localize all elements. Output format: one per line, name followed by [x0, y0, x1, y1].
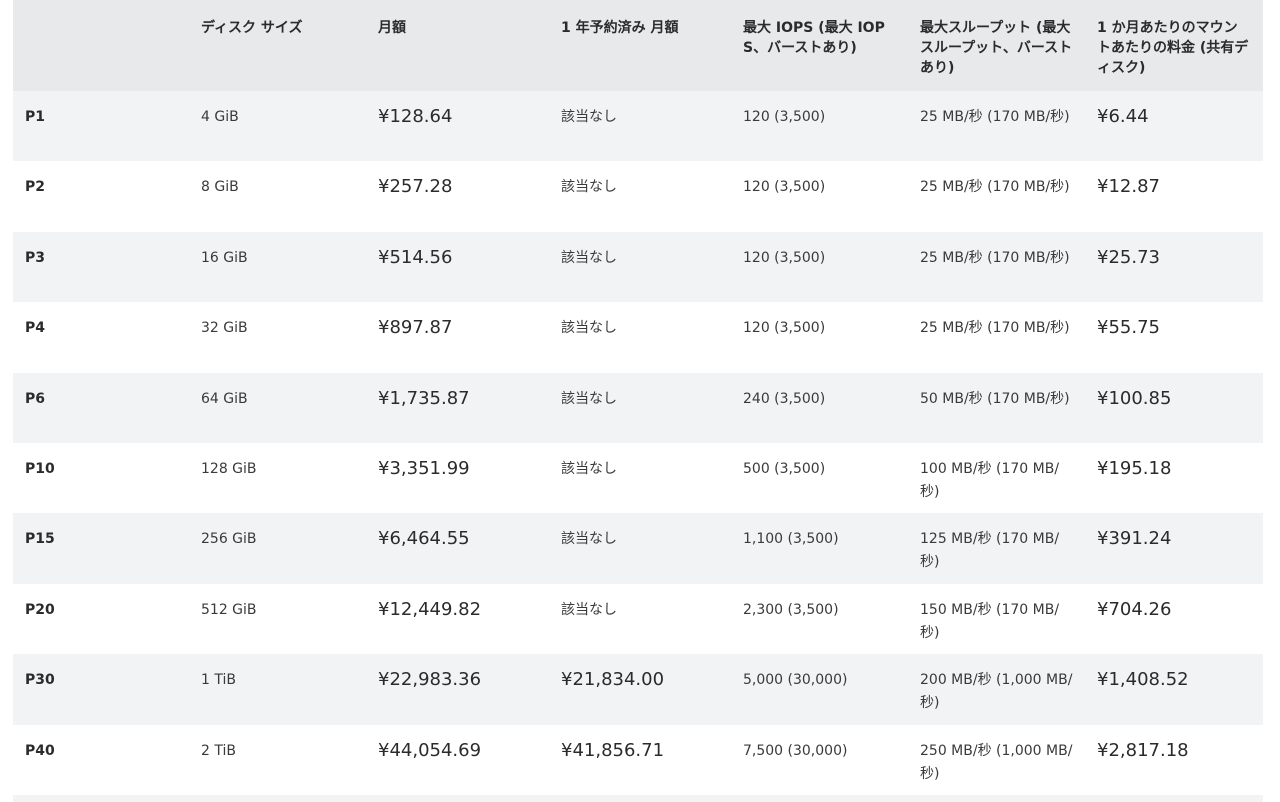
reserved-price-cell: 該当なし: [561, 531, 617, 548]
monthly-price-cell: ¥22,983.36: [378, 669, 482, 691]
tier-cell: P40: [25, 742, 55, 759]
disk-size-cell: 128 GiB: [201, 460, 257, 477]
disk-size-cell: 8 GiB: [201, 179, 239, 196]
monthly-price-cell: ¥1,735.87: [378, 387, 470, 409]
monthly-price-cell: ¥12,449.82: [378, 598, 482, 620]
header-disk-size: ディスク サイズ: [201, 20, 303, 36]
reserved-price-cell: 該当なし: [561, 249, 617, 266]
reserved-price-cell: ¥21,834.00: [561, 669, 665, 691]
iops-cell: 120 (3,500): [743, 179, 826, 196]
header-reserved-monthly-price: 1 年予約済み 月額: [561, 20, 679, 36]
tier-cell: P1: [25, 109, 46, 125]
reserved-price-cell: 該当なし: [561, 179, 617, 196]
shared-disk-price-cell: ¥391.24: [1097, 528, 1172, 550]
next-row-peek: [13, 795, 1263, 802]
table-row: P1 4 GiB ¥128.64 該当なし 120 (3,500) 25 MB/…: [13, 91, 1263, 162]
table-header-row: ディスク サイズ 月額 1 年予約済み 月額 最大 IOPS (最大 IOPS、…: [13, 0, 1263, 91]
tier-cell: P3: [25, 249, 46, 266]
disk-size-cell: 16 GiB: [201, 249, 248, 266]
shared-disk-price-cell: ¥2,817.18: [1097, 739, 1189, 761]
tier-cell: P15: [25, 531, 55, 548]
iops-cell: 120 (3,500): [743, 320, 826, 337]
throughput-cell: 250 MB/秒 (1,000 MB/秒): [920, 742, 1073, 782]
throughput-cell: 100 MB/秒 (170 MB/秒): [920, 460, 1060, 500]
shared-disk-price-cell: ¥25.73: [1097, 246, 1160, 268]
reserved-price-cell: 該当なし: [561, 390, 617, 407]
iops-cell: 120 (3,500): [743, 109, 826, 125]
shared-disk-price-cell: ¥100.85: [1097, 387, 1172, 409]
shared-disk-price-cell: ¥1,408.52: [1097, 669, 1189, 691]
header-monthly-price: 月額: [378, 20, 406, 36]
disk-size-cell: 512 GiB: [201, 601, 257, 618]
shared-disk-price-cell: ¥195.18: [1097, 457, 1172, 479]
pricing-table-container: ディスク サイズ 月額 1 年予約済み 月額 最大 IOPS (最大 IOPS、…: [13, 0, 1263, 795]
throughput-cell: 125 MB/秒 (170 MB/秒): [920, 531, 1060, 571]
table-row: P6 64 GiB ¥1,735.87 該当なし 240 (3,500) 50 …: [13, 372, 1263, 443]
reserved-price-cell: 該当なし: [561, 460, 617, 477]
table-row: P2 8 GiB ¥257.28 該当なし 120 (3,500) 25 MB/…: [13, 161, 1263, 232]
shared-disk-price-cell: ¥55.75: [1097, 317, 1160, 339]
iops-cell: 2,300 (3,500): [743, 601, 839, 618]
tier-cell: P30: [25, 672, 55, 689]
header-max-throughput: 最大スループット (最大スループット、バーストあり): [920, 20, 1073, 76]
tier-cell: P2: [25, 179, 46, 196]
shared-disk-price-cell: ¥704.26: [1097, 598, 1172, 620]
iops-cell: 240 (3,500): [743, 390, 826, 407]
tier-cell: P6: [25, 390, 46, 407]
iops-cell: 5,000 (30,000): [743, 672, 848, 689]
disk-size-cell: 4 GiB: [201, 109, 239, 125]
iops-cell: 1,100 (3,500): [743, 531, 839, 548]
throughput-cell: 25 MB/秒 (170 MB/秒): [920, 109, 1070, 125]
table-row: P20 512 GiB ¥12,449.82 該当なし 2,300 (3,500…: [13, 583, 1263, 655]
throughput-cell: 50 MB/秒 (170 MB/秒): [920, 390, 1070, 407]
reserved-price-cell: 該当なし: [561, 320, 617, 337]
table-row: P40 2 TiB ¥44,054.69 ¥41,856.71 7,500 (3…: [13, 724, 1263, 795]
tier-cell: P10: [25, 460, 55, 477]
shared-disk-price-cell: ¥6.44: [1097, 106, 1149, 127]
throughput-cell: 25 MB/秒 (170 MB/秒): [920, 249, 1070, 266]
header-max-iops: 最大 IOPS (最大 IOPS、バーストあり): [743, 20, 885, 56]
tier-cell: P20: [25, 601, 55, 618]
shared-disk-price-cell: ¥12.87: [1097, 176, 1160, 198]
disk-pricing-table: ディスク サイズ 月額 1 年予約済み 月額 最大 IOPS (最大 IOPS、…: [13, 0, 1263, 795]
throughput-cell: 150 MB/秒 (170 MB/秒): [920, 601, 1060, 641]
table-row: P10 128 GiB ¥3,351.99 該当なし 500 (3,500) 1…: [13, 442, 1263, 514]
monthly-price-cell: ¥44,054.69: [378, 739, 482, 761]
monthly-price-cell: ¥514.56: [378, 246, 453, 268]
header-shared-disk-price: 1 か月あたりのマウントあたりの料金 (共有ディスク): [1097, 20, 1249, 76]
disk-size-cell: 64 GiB: [201, 390, 248, 407]
monthly-price-cell: ¥257.28: [378, 176, 453, 198]
table-row: P3 16 GiB ¥514.56 該当なし 120 (3,500) 25 MB…: [13, 231, 1263, 303]
monthly-price-cell: ¥897.87: [378, 317, 453, 339]
table-row: P15 256 GiB ¥6,464.55 該当なし 1,100 (3,500)…: [13, 513, 1263, 584]
tier-cell: P4: [25, 320, 46, 337]
disk-size-cell: 32 GiB: [201, 320, 248, 337]
reserved-price-cell: 該当なし: [561, 109, 617, 125]
header-tier: [13, 0, 189, 91]
iops-cell: 7,500 (30,000): [743, 742, 848, 759]
disk-size-cell: 256 GiB: [201, 531, 257, 548]
monthly-price-cell: ¥128.64: [378, 106, 453, 127]
throughput-cell: 25 MB/秒 (170 MB/秒): [920, 320, 1070, 337]
throughput-cell: 200 MB/秒 (1,000 MB/秒): [920, 672, 1073, 712]
disk-size-cell: 1 TiB: [201, 672, 236, 689]
reserved-price-cell: 該当なし: [561, 601, 617, 618]
monthly-price-cell: ¥6,464.55: [378, 528, 470, 550]
iops-cell: 500 (3,500): [743, 460, 826, 477]
reserved-price-cell: ¥41,856.71: [561, 739, 665, 761]
iops-cell: 120 (3,500): [743, 249, 826, 266]
throughput-cell: 25 MB/秒 (170 MB/秒): [920, 179, 1070, 196]
monthly-price-cell: ¥3,351.99: [378, 457, 470, 479]
table-row: P30 1 TiB ¥22,983.36 ¥21,834.00 5,000 (3…: [13, 654, 1263, 725]
disk-size-cell: 2 TiB: [201, 742, 236, 759]
table-row: P4 32 GiB ¥897.87 該当なし 120 (3,500) 25 MB…: [13, 302, 1263, 373]
